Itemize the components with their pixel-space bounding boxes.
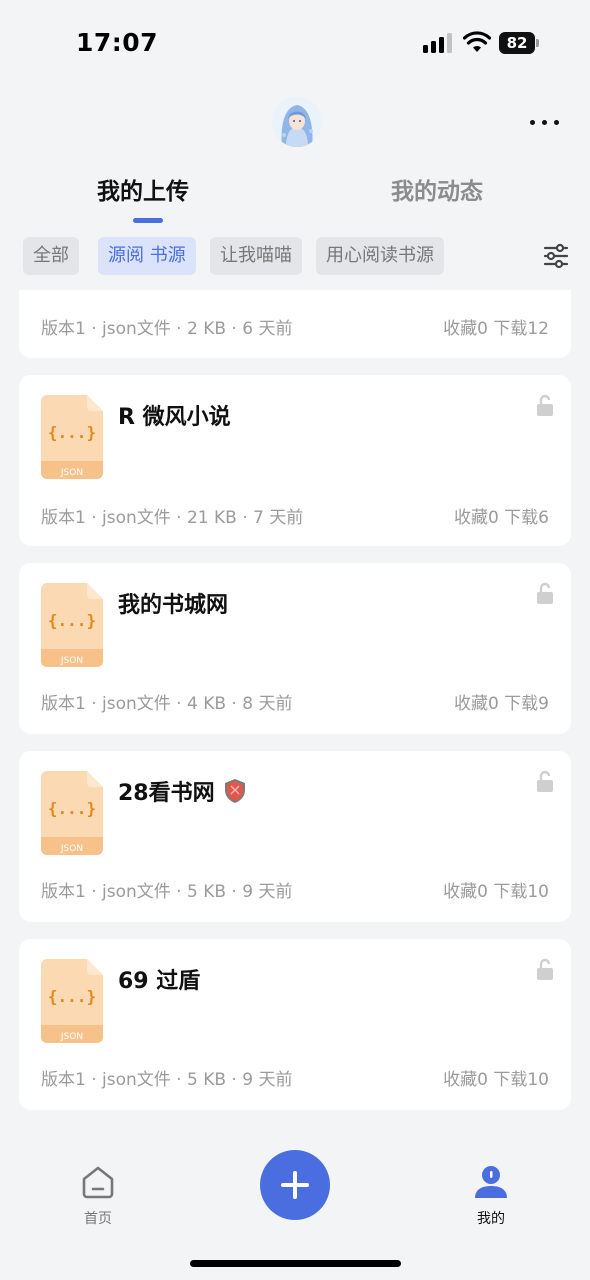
file-type-label: JSON — [60, 844, 83, 854]
json-file-icon: {...} JSON — [41, 395, 103, 479]
source-title: 69 过盾 — [118, 969, 201, 994]
lock-icon — [537, 770, 553, 792]
bottom-nav: 首页 我的 — [0, 1130, 590, 1280]
lock-icon — [537, 958, 553, 980]
source-title: 我的书城网 — [118, 593, 229, 618]
filter-chip-rangwo[interactable]: 让我喵喵 — [210, 237, 302, 275]
user-icon — [475, 1166, 507, 1198]
file-type-label: JSON — [60, 1032, 83, 1042]
shield-icon — [225, 779, 246, 803]
list-item[interactable]: {...} JSON 我的书城网 版本1 · json文件 · 4 KB · 8… — [19, 563, 571, 734]
file-stats: 收藏0 下载6 — [453, 508, 549, 528]
tab-my-activity[interactable]: 我的动态 — [391, 172, 483, 206]
source-title: R 微风小说 — [118, 405, 231, 430]
avatar[interactable] — [272, 97, 322, 147]
file-meta: 版本1 · json文件 · 5 KB · 9 天前 — [41, 882, 293, 902]
list-item[interactable]: {...} JSON 28看书网 版本1 · json文件 · 5 KB · 9… — [19, 751, 571, 922]
json-file-icon: {...} JSON — [41, 959, 103, 1043]
battery-level: 82 — [499, 32, 535, 54]
status-bar: 17:07 82 — [0, 0, 590, 88]
filter-chip-yongxin[interactable]: 用心阅读书源 — [316, 237, 444, 275]
plus-icon — [281, 1171, 309, 1199]
file-stats: 收藏0 下载10 — [443, 882, 549, 902]
nav-home[interactable]: 首页 — [68, 1164, 128, 1228]
source-title: 28看书网 — [118, 781, 215, 806]
file-braces: {...} — [48, 423, 96, 442]
file-meta: 版本1 · json文件 · 2 KB · 6 天前 — [41, 319, 293, 339]
file-braces: {...} — [48, 799, 96, 818]
file-meta: 版本1 · json文件 · 5 KB · 9 天前 — [41, 1070, 293, 1090]
more-icon[interactable] — [524, 110, 568, 134]
file-meta: 版本1 · json文件 · 21 KB · 7 天前 — [41, 508, 304, 528]
json-file-icon: {...} JSON — [41, 583, 103, 667]
file-meta: 版本1 · json文件 · 4 KB · 8 天前 — [41, 694, 293, 714]
file-type-label: JSON — [60, 468, 83, 478]
home-indicator — [190, 1260, 401, 1267]
file-stats: 收藏0 下载12 — [443, 319, 549, 339]
list-item[interactable]: {...} JSON 69 过盾 版本1 · json文件 · 5 KB · 9… — [19, 939, 571, 1110]
nav-mine[interactable]: 我的 — [461, 1164, 521, 1228]
lock-icon — [537, 582, 553, 604]
battery-icon: 82 — [499, 32, 541, 54]
file-braces: {...} — [48, 987, 96, 1006]
upload-button[interactable] — [260, 1150, 330, 1220]
filter-chip-yuanyue[interactable]: 源阅 书源 — [98, 237, 196, 275]
status-time: 17:07 — [76, 28, 159, 57]
avatar-image — [272, 97, 322, 147]
signal-icon — [423, 33, 453, 53]
source-title-wrap: 28看书网 — [118, 775, 246, 807]
wifi-icon — [463, 31, 491, 52]
page: 17:07 82 我的上传 我的动态 全部 源阅 书源 让我喵喵 用心阅读书源 … — [0, 0, 590, 1280]
nav-home-label: 首页 — [84, 1211, 112, 1227]
filter-icon[interactable] — [542, 243, 570, 269]
file-stats: 收藏0 下载10 — [443, 1070, 549, 1090]
active-tab-indicator — [133, 218, 163, 223]
nav-mine-label: 我的 — [477, 1211, 505, 1227]
json-file-icon: {...} JSON — [41, 771, 103, 855]
lock-icon — [537, 394, 553, 416]
file-type-label: JSON — [60, 656, 83, 666]
file-braces: {...} — [48, 611, 96, 630]
list-item[interactable]: 版本1 · json文件 · 2 KB · 6 天前 收藏0 下载12 — [19, 290, 571, 358]
list-item[interactable]: {...} JSON R 微风小说 版本1 · json文件 · 21 KB ·… — [19, 375, 571, 546]
home-icon — [82, 1166, 114, 1199]
tab-my-uploads[interactable]: 我的上传 — [97, 172, 189, 206]
filter-chip-all[interactable]: 全部 — [23, 237, 79, 275]
file-stats: 收藏0 下载9 — [453, 694, 549, 714]
